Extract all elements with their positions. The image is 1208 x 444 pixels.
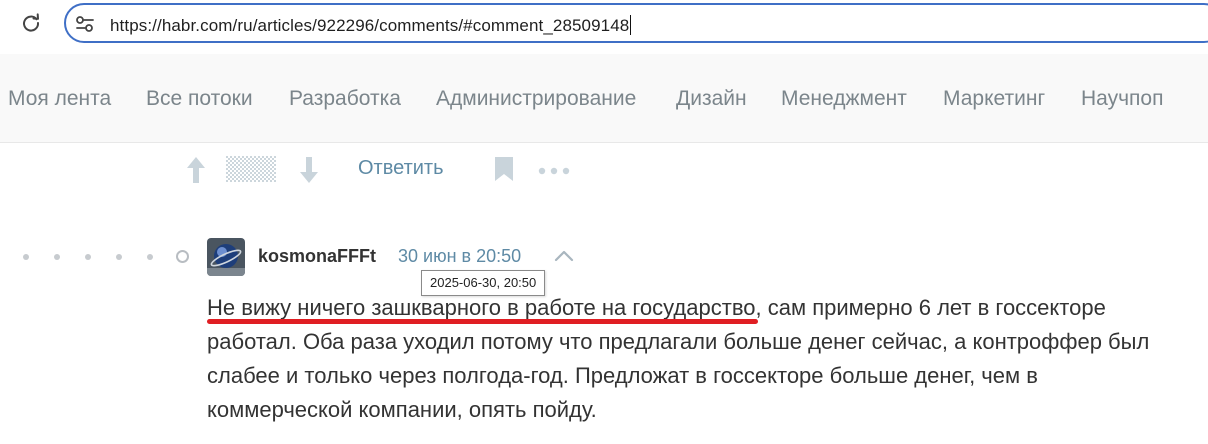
- score-placeholder: [226, 156, 276, 182]
- url-text: https://habr.com/ru/articles/922296/comm…: [110, 16, 630, 35]
- thread-level-dot: [85, 254, 91, 260]
- more-options-icon[interactable]: [538, 163, 570, 175]
- reply-button[interactable]: Ответить: [358, 157, 444, 180]
- thread-level-dot: [116, 254, 122, 260]
- thread-level-dot: [147, 254, 153, 260]
- thread-level-dot: [54, 254, 60, 260]
- chevron-up-icon[interactable]: [553, 248, 575, 264]
- nav-item-my-feed[interactable]: Моя лента: [8, 87, 111, 111]
- nav-item-administration[interactable]: Администрирование: [436, 87, 636, 111]
- vote-down-icon[interactable]: [298, 155, 320, 185]
- thread-current-marker: [176, 250, 189, 263]
- browser-toolbar: https://habr.com/ru/articles/922296/comm…: [0, 0, 1208, 55]
- nav-item-development[interactable]: Разработка: [289, 87, 401, 111]
- comment-text: Не вижу ничего зашкварного в работе на г…: [207, 291, 1187, 427]
- nav-item-all-streams[interactable]: Все потоки: [146, 87, 253, 111]
- highlighted-text: Не вижу ничего зашкварного в работе на г…: [207, 295, 756, 320]
- bookmark-icon[interactable]: [494, 156, 514, 182]
- habr-nav: Моя лента Все потоки Разработка Админист…: [0, 54, 1208, 143]
- comment-author[interactable]: kosmonaFFFt: [258, 246, 376, 267]
- comment-actions: Ответить: [0, 143, 1208, 203]
- text-caret: [630, 15, 632, 35]
- url-field[interactable]: https://habr.com/ru/articles/922296/comm…: [110, 15, 632, 36]
- red-underline-mark: [207, 319, 758, 324]
- nav-item-marketing[interactable]: Маркетинг: [943, 87, 1045, 111]
- nav-item-management[interactable]: Менеджмент: [781, 87, 907, 111]
- nav-item-design[interactable]: Дизайн: [676, 87, 747, 111]
- nav-item-popular-science[interactable]: Научпоп: [1081, 87, 1163, 111]
- highlighted-phrase: Не вижу ничего зашкварного в работе на г…: [207, 291, 758, 325]
- address-bar[interactable]: https://habr.com/ru/articles/922296/comm…: [64, 3, 1208, 43]
- site-settings-icon[interactable]: [75, 15, 95, 33]
- vote-up-icon[interactable]: [185, 155, 207, 185]
- avatar[interactable]: [207, 238, 245, 276]
- comment-time[interactable]: 30 июн в 20:50: [398, 246, 521, 267]
- reload-icon[interactable]: [20, 12, 42, 34]
- thread-level-dot: [23, 254, 29, 260]
